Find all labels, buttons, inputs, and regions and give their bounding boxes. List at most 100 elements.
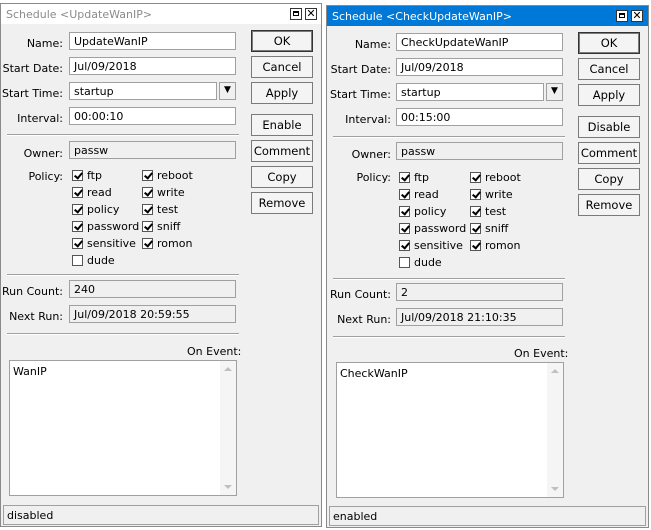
- on-event-textarea[interactable]: CheckWanIP: [336, 362, 564, 498]
- copy-button[interactable]: Copy: [251, 166, 313, 188]
- cancel-button[interactable]: Cancel: [251, 56, 313, 78]
- maximize-icon[interactable]: [616, 10, 628, 22]
- policy-sniff-checkbox[interactable]: [470, 223, 481, 234]
- policy-write-checkbox[interactable]: [470, 189, 481, 200]
- policy-password-label: password: [87, 220, 140, 233]
- run-count-field: 240: [69, 280, 236, 298]
- vertical-scrollbar[interactable]: [220, 361, 236, 495]
- scroll-down-icon[interactable]: [224, 485, 232, 489]
- apply-button[interactable]: Apply: [578, 84, 640, 106]
- comment-button[interactable]: Comment: [251, 140, 313, 162]
- policy-sniff-label: sniff: [157, 220, 181, 233]
- policy-policy-checkbox[interactable]: [399, 206, 410, 217]
- maximize-icon[interactable]: [290, 8, 302, 20]
- disable-button[interactable]: Disable: [578, 116, 640, 138]
- policy-test-checkbox[interactable]: [142, 204, 153, 215]
- policy-sensitive-label: sensitive: [87, 237, 136, 250]
- window-titlebar[interactable]: Schedule <UpdateWanIP> ✕: [1, 4, 321, 24]
- name-label: Name:: [354, 38, 391, 51]
- cancel-button[interactable]: Cancel: [578, 58, 640, 80]
- policy-romon-label: romon: [157, 237, 193, 250]
- policy-reboot-checkbox[interactable]: [470, 172, 481, 183]
- policy-password-checkbox[interactable]: [72, 221, 83, 232]
- name-label: Name:: [26, 37, 63, 50]
- owner-field: passw: [396, 142, 563, 160]
- ok-button[interactable]: OK: [251, 30, 313, 52]
- window-titlebar[interactable]: Schedule <CheckUpdateWanIP> ✕: [327, 6, 648, 26]
- name-field[interactable]: CheckUpdateWanIP: [396, 33, 563, 51]
- policy-dude-checkbox[interactable]: [399, 257, 410, 268]
- policy-write-checkbox[interactable]: [142, 187, 153, 198]
- start-time-label: Start Time:: [330, 88, 391, 101]
- start-time-label: Start Time:: [2, 87, 63, 100]
- on-event-textarea[interactable]: WanIP: [9, 360, 237, 496]
- on-event-text: CheckWanIP: [340, 367, 408, 380]
- close-icon[interactable]: ✕: [305, 8, 317, 20]
- vertical-scrollbar[interactable]: [547, 363, 563, 497]
- policy-romon-checkbox[interactable]: [470, 240, 481, 251]
- start-date-label: Start Date:: [330, 63, 391, 76]
- next-run-label: Next Run:: [337, 313, 391, 326]
- policy-ftp-label: ftp: [87, 169, 102, 182]
- apply-button[interactable]: Apply: [251, 82, 313, 104]
- name-field[interactable]: UpdateWanIP: [69, 32, 236, 50]
- interval-field[interactable]: 00:00:10: [69, 107, 236, 125]
- start-date-label: Start Date:: [2, 62, 63, 75]
- scroll-down-icon[interactable]: [551, 487, 559, 491]
- policy-read-checkbox[interactable]: [399, 189, 410, 200]
- policy-label: Policy:: [356, 171, 391, 184]
- start-date-field[interactable]: Jul/09/2018: [69, 57, 236, 75]
- next-run-field: Jul/09/2018 20:59:55: [69, 305, 236, 323]
- window-title: Schedule <CheckUpdateWanIP>: [332, 10, 512, 23]
- on-event-label: On Event:: [514, 347, 569, 360]
- policy-test-checkbox[interactable]: [470, 206, 481, 217]
- policy-policy-label: policy: [87, 203, 120, 216]
- close-icon[interactable]: ✕: [631, 10, 643, 22]
- owner-field: passw: [69, 141, 236, 159]
- status-bar: disabled: [3, 505, 319, 525]
- separator: [333, 336, 565, 338]
- owner-label: Owner:: [23, 147, 63, 160]
- start-time-field[interactable]: startup: [396, 83, 544, 101]
- remove-button[interactable]: Remove: [251, 192, 313, 214]
- policy-sensitive-checkbox[interactable]: [399, 240, 410, 251]
- policy-read-label: read: [414, 188, 439, 201]
- schedule-window-updatewanip: Schedule <UpdateWanIP> ✕ Name: UpdateWan…: [0, 3, 322, 527]
- start-time-dropdown-icon[interactable]: ▼: [219, 82, 236, 100]
- policy-romon-label: romon: [485, 239, 521, 252]
- policy-reboot-label: reboot: [485, 171, 521, 184]
- start-time-dropdown-icon[interactable]: ▼: [546, 83, 563, 101]
- comment-button[interactable]: Comment: [578, 142, 640, 164]
- run-count-label: Run Count:: [2, 285, 63, 298]
- ok-button[interactable]: OK: [578, 32, 640, 54]
- policy-dude-label: dude: [414, 256, 442, 269]
- policy-sensitive-checkbox[interactable]: [72, 238, 83, 249]
- separator: [7, 274, 239, 276]
- policy-reboot-label: reboot: [157, 169, 193, 182]
- scroll-up-icon[interactable]: [224, 367, 232, 371]
- remove-button[interactable]: Remove: [578, 194, 640, 216]
- copy-button[interactable]: Copy: [578, 168, 640, 190]
- policy-test-label: test: [485, 205, 507, 218]
- policy-read-label: read: [87, 186, 112, 199]
- policy-dude-label: dude: [87, 254, 115, 267]
- policy-policy-checkbox[interactable]: [72, 204, 83, 215]
- start-time-field[interactable]: startup: [69, 82, 217, 100]
- run-count-label: Run Count:: [330, 288, 391, 301]
- policy-reboot-checkbox[interactable]: [142, 170, 153, 181]
- policy-romon-checkbox[interactable]: [142, 238, 153, 249]
- start-date-field[interactable]: Jul/09/2018: [396, 58, 563, 76]
- on-event-label: On Event:: [187, 345, 242, 358]
- policy-password-checkbox[interactable]: [399, 223, 410, 234]
- enable-button[interactable]: Enable: [251, 114, 313, 136]
- policy-read-checkbox[interactable]: [72, 187, 83, 198]
- scroll-up-icon[interactable]: [551, 369, 559, 373]
- policy-dude-checkbox[interactable]: [72, 255, 83, 266]
- policy-ftp-checkbox[interactable]: [72, 170, 83, 181]
- policy-sniff-checkbox[interactable]: [142, 221, 153, 232]
- policy-ftp-checkbox[interactable]: [399, 172, 410, 183]
- policy-test-label: test: [157, 203, 179, 216]
- policy-write-label: write: [485, 188, 513, 201]
- interval-field[interactable]: 00:15:00: [396, 108, 563, 126]
- run-count-field: 2: [396, 283, 563, 301]
